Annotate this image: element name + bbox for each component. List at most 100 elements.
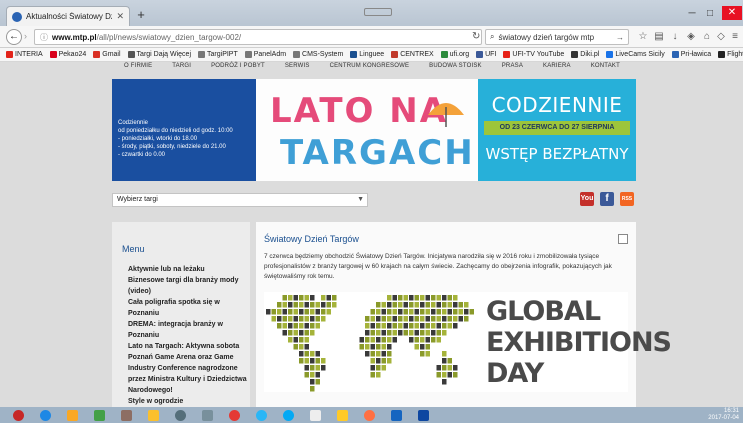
menu-item[interactable]: Aktywnie lub na leżaku bbox=[128, 264, 250, 275]
shield-icon[interactable]: ◇ bbox=[714, 31, 728, 42]
taskbar-camera-icon[interactable] bbox=[168, 408, 192, 422]
hamburger-menu-icon[interactable]: ≡ bbox=[728, 31, 742, 42]
bookmark-item[interactable]: Pri-ławica bbox=[671, 51, 711, 58]
map-dot bbox=[387, 295, 392, 301]
taskbar-globe-icon[interactable] bbox=[249, 408, 273, 422]
bookmark-item[interactable]: Targi Dają Więcej bbox=[127, 51, 191, 58]
bookmark-item[interactable]: Pekao24 bbox=[49, 51, 87, 58]
bookmark-label: Linguee bbox=[359, 51, 385, 58]
new-tab-button[interactable]: + bbox=[134, 8, 148, 22]
print-icon[interactable] bbox=[618, 234, 628, 244]
address-bar[interactable]: ⓘ www.mtp.pl/all/pl/news/swiatowy_dzien_… bbox=[34, 29, 482, 45]
tab-close-button[interactable]: ✕ bbox=[116, 11, 124, 22]
taskbar-notes-icon[interactable] bbox=[330, 408, 354, 422]
taskbar-paint-icon[interactable] bbox=[141, 408, 165, 422]
bookmark-item[interactable]: UFI bbox=[476, 51, 496, 58]
map-dot bbox=[398, 295, 403, 301]
map-dot bbox=[425, 344, 430, 350]
back-button[interactable]: ← bbox=[6, 29, 22, 45]
site-nav-item[interactable]: O FIRMIE bbox=[124, 63, 152, 73]
map-dot bbox=[304, 309, 309, 315]
site-nav-item[interactable]: SERWIS bbox=[285, 63, 310, 73]
facebook-icon[interactable]: f bbox=[600, 192, 614, 206]
minimize-icon[interactable]: ─ bbox=[684, 8, 700, 19]
home-icon[interactable]: ⌂ bbox=[700, 31, 714, 42]
free-entry-banner[interactable]: CODZIENNIE OD 23 CZERWCA DO 27 SIERPNIA … bbox=[478, 79, 636, 181]
clock-time: 16:31 bbox=[723, 408, 739, 414]
menu-list: Aktywnie lub na leżaku Biznesowe targi dl… bbox=[122, 264, 250, 418]
search-go-button[interactable]: → bbox=[616, 33, 624, 42]
fair-select-dropdown[interactable]: Wybierz targi ▼ bbox=[112, 193, 368, 207]
world-map-graphic bbox=[266, 295, 474, 392]
pocket-icon[interactable]: ◈ bbox=[684, 31, 698, 42]
site-nav-item[interactable]: BUDOWA STOISK bbox=[429, 63, 482, 73]
taskbar-skype-icon[interactable] bbox=[276, 408, 300, 422]
bookmark-item[interactable]: PanelAdm bbox=[244, 51, 286, 58]
close-window-button[interactable]: ✕ bbox=[722, 6, 742, 20]
download-icon[interactable]: ↓ bbox=[668, 31, 682, 42]
map-dot bbox=[288, 337, 293, 343]
taskbar-app-icon[interactable] bbox=[114, 408, 138, 422]
info-icon[interactable]: ⓘ bbox=[40, 32, 48, 43]
site-nav-item[interactable]: KONTAKT bbox=[591, 63, 620, 73]
menu-item[interactable]: Poznań Game Arena oraz Game Industry Con… bbox=[128, 352, 250, 396]
menu-item[interactable]: Style w ogrodzie bbox=[128, 396, 250, 407]
map-dot bbox=[332, 295, 337, 301]
bookmark-item[interactable]: CENTREX bbox=[391, 51, 434, 58]
taskbar-outlook-icon[interactable] bbox=[411, 408, 435, 422]
map-dot bbox=[398, 330, 403, 336]
map-dot bbox=[299, 358, 304, 364]
taskbar-explorer-icon[interactable] bbox=[60, 408, 84, 422]
taskbar-ie-icon[interactable] bbox=[33, 408, 57, 422]
bookmark-label: Pekao24 bbox=[58, 51, 87, 58]
site-nav-item[interactable]: TARGI bbox=[172, 63, 191, 73]
taskbar-word-icon[interactable] bbox=[384, 408, 408, 422]
taskbar-media-icon[interactable] bbox=[87, 408, 111, 422]
start-button[interactable] bbox=[6, 408, 30, 422]
map-dot bbox=[414, 309, 419, 315]
taskbar-chrome-icon[interactable] bbox=[222, 408, 246, 422]
maximize-icon[interactable]: □ bbox=[702, 8, 718, 19]
system-clock[interactable]: 16:31 2017-07-04 bbox=[708, 408, 739, 422]
map-dot bbox=[310, 309, 315, 315]
map-dot bbox=[315, 358, 320, 364]
menu-item[interactable]: Cała poligrafia spotka się w Poznaniu bbox=[128, 297, 250, 319]
map-dot bbox=[304, 344, 309, 350]
map-dot bbox=[453, 372, 458, 378]
site-nav-item[interactable]: CENTRUM KONGRESOWE bbox=[330, 63, 410, 73]
map-dot bbox=[299, 337, 304, 343]
menu-item[interactable]: Lato na Targach: Aktywna sobota bbox=[128, 341, 250, 352]
menu-item[interactable]: DREMA: integracja branży w Poznaniu bbox=[128, 319, 250, 341]
taskbar-tool-icon[interactable] bbox=[195, 408, 219, 422]
bookmark-item[interactable]: Gmail bbox=[93, 51, 121, 58]
map-dot bbox=[447, 365, 452, 371]
youtube-icon[interactable]: You bbox=[580, 192, 594, 206]
taskbar-file-icon[interactable] bbox=[303, 408, 327, 422]
rss-icon[interactable]: RSS bbox=[620, 192, 634, 206]
forward-icon[interactable]: › bbox=[24, 31, 27, 41]
opening-hours-line: od poniedziałku do niedzieli od godz. 10… bbox=[118, 128, 233, 134]
bookmark-item[interactable]: LiveCams Sicily bbox=[606, 51, 665, 58]
site-nav-item[interactable]: PODRÓŻ I POBYT bbox=[211, 63, 265, 73]
reload-icon[interactable]: ↻ bbox=[472, 31, 480, 42]
browser-tab[interactable]: Aktualności Światowy Dzień ✕ bbox=[6, 6, 130, 26]
bookmark-item[interactable]: UFI-TV YouTube bbox=[503, 51, 564, 58]
bookmark-item[interactable]: Diki.pl bbox=[571, 51, 599, 58]
bookmark-item[interactable]: INTERIA bbox=[6, 51, 43, 58]
reader-icon[interactable]: ▤ bbox=[652, 31, 666, 42]
map-dot bbox=[299, 323, 304, 329]
bookmark-item[interactable]: ufi.org bbox=[440, 51, 469, 58]
site-nav-item[interactable]: KARIERA bbox=[543, 63, 571, 73]
bookmark-item[interactable]: TargiPIPT bbox=[198, 51, 238, 58]
menu-item[interactable]: Biznesowe targi dla branży mody (video) bbox=[128, 275, 250, 297]
map-dot bbox=[392, 330, 397, 336]
map-dot bbox=[304, 358, 309, 364]
lato-na-targach-banner[interactable]: LATO NA TARGACH bbox=[256, 79, 478, 181]
bookmark-item[interactable]: CMS-System bbox=[293, 51, 343, 58]
star-icon[interactable]: ☆ bbox=[636, 31, 650, 42]
bookmark-item[interactable]: Flightradar24 bbox=[718, 51, 743, 58]
taskbar-firefox-icon[interactable] bbox=[357, 408, 381, 422]
site-nav-item[interactable]: PRASA bbox=[502, 63, 523, 73]
bookmark-item[interactable]: Linguee bbox=[350, 51, 384, 58]
search-input[interactable]: ⌕ światowy dzień targów mtp → bbox=[485, 29, 629, 45]
